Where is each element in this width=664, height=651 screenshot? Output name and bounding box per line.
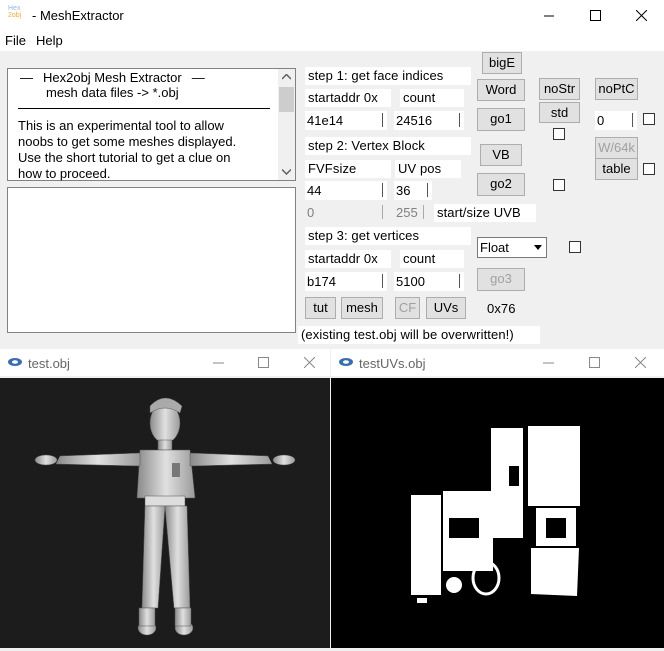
maximize-icon[interactable] xyxy=(258,357,269,368)
uv-layout-render xyxy=(411,426,580,603)
uvb-size-field[interactable]: 255 xyxy=(394,203,428,222)
step1-startaddr-label: startaddr 0x xyxy=(305,89,391,107)
info-scrollbar[interactable] xyxy=(278,69,295,180)
menu-help[interactable]: Help xyxy=(36,33,63,48)
output-textbox[interactable] xyxy=(7,187,296,333)
step3-count-label: count xyxy=(400,250,464,268)
step1-count-field[interactable]: 24516 xyxy=(394,111,464,130)
uvb-start-field[interactable]: 0 xyxy=(305,203,387,222)
step2-fvf-field[interactable]: 44 xyxy=(305,181,387,200)
step1-label: step 1: get face indices xyxy=(305,67,471,85)
minimize-button[interactable] xyxy=(526,0,572,31)
step3-startaddr-field[interactable]: b174 xyxy=(305,272,387,291)
vb-button[interactable]: VB xyxy=(480,144,522,166)
uv-viewer-window: testUVs.obj xyxy=(331,349,664,648)
maximize-icon xyxy=(589,10,601,21)
step3-count-field[interactable]: 5100 xyxy=(394,272,464,291)
close-button[interactable] xyxy=(618,0,664,31)
table-checkbox[interactable] xyxy=(643,163,655,175)
step3-startaddr-label: startaddr 0x xyxy=(305,250,391,268)
hex-readout: 0x76 xyxy=(487,301,516,316)
uv-viewer-title: testUVs.obj xyxy=(359,356,426,371)
close-icon[interactable] xyxy=(635,357,646,368)
model-viewer-titlebar: test.obj xyxy=(0,349,330,376)
minimize-icon xyxy=(543,15,554,17)
ptc-value-field[interactable]: 0 xyxy=(595,111,637,130)
info-body: This is an experimental tool to allow no… xyxy=(18,118,237,181)
step2-label: step 2: Vertex Block xyxy=(305,137,471,155)
step1-startaddr-field[interactable]: 41e14 xyxy=(305,111,387,130)
info-divider xyxy=(18,108,270,109)
std-button[interactable]: std xyxy=(539,102,580,123)
word-button[interactable]: Word xyxy=(477,79,525,101)
maximize-button[interactable] xyxy=(572,0,618,31)
table-button[interactable]: table xyxy=(595,158,638,180)
model-viewport[interactable] xyxy=(0,378,330,648)
menu-file[interactable]: File xyxy=(5,33,26,48)
nostr-button[interactable]: noStr xyxy=(539,78,580,100)
viewer-app-icon xyxy=(8,358,22,366)
cf-button[interactable]: CF xyxy=(395,297,420,319)
go1-button[interactable]: go1 xyxy=(477,108,525,131)
bigE-button[interactable]: bigE xyxy=(482,52,522,74)
title-bar: Hex 2obj - MeshExtractor xyxy=(0,0,664,31)
step2-fvf-label: FVFsize xyxy=(305,160,391,178)
mesh-button[interactable]: mesh xyxy=(341,297,383,319)
app-logo-icon: Hex 2obj xyxy=(8,5,22,19)
model-viewer-window: test.obj xyxy=(0,349,330,648)
model-viewer-title: test.obj xyxy=(28,356,70,371)
uvs-button[interactable]: UVs xyxy=(426,297,466,319)
close-icon xyxy=(635,10,647,21)
step2-uvpos-label: UV pos xyxy=(395,160,461,178)
scroll-up-icon xyxy=(282,74,291,80)
step2-uvpos-field[interactable]: 36 xyxy=(394,181,432,200)
ptc-checkbox[interactable] xyxy=(643,113,655,125)
step3-label: step 3: get vertices xyxy=(305,227,471,245)
go2-checkbox[interactable] xyxy=(553,179,565,191)
info-heading-2: mesh data files -> *.obj xyxy=(46,85,179,100)
minimize-icon[interactable] xyxy=(543,362,554,364)
scroll-down-icon xyxy=(282,169,291,175)
window-title-text: MeshExtractor xyxy=(39,8,124,23)
info-textbox[interactable]: — Hex2obj Mesh Extractor — mesh data fil… xyxy=(7,68,296,181)
std-checkbox[interactable] xyxy=(553,128,565,140)
go3-button[interactable]: go3 xyxy=(477,268,525,291)
chevron-down-icon xyxy=(533,245,542,250)
window-title: - MeshExtractor xyxy=(32,8,124,23)
uv-viewer-titlebar: testUVs.obj xyxy=(331,349,664,376)
maximize-icon[interactable] xyxy=(589,357,600,368)
type-select[interactable]: Float xyxy=(477,237,547,258)
step1-count-label: count xyxy=(400,89,464,107)
character-model-render xyxy=(34,397,296,636)
go2-button[interactable]: go2 xyxy=(477,173,525,196)
uv-viewport[interactable] xyxy=(331,378,664,648)
float-checkbox[interactable] xyxy=(569,241,581,253)
tut-button[interactable]: tut xyxy=(305,297,336,319)
minimize-icon[interactable] xyxy=(213,362,224,364)
viewer-app-icon xyxy=(339,358,353,366)
info-heading-1: Hex2obj Mesh Extractor xyxy=(43,70,182,85)
scroll-thumb[interactable] xyxy=(279,87,294,112)
uvb-label: start/size UVB xyxy=(434,204,536,222)
w64k-button[interactable]: W/64k xyxy=(595,137,638,159)
overwrite-warning: (existing test.obj will be overwritten!) xyxy=(298,326,540,344)
menu-bar: File Help xyxy=(0,31,664,51)
close-icon[interactable] xyxy=(304,357,315,368)
noptc-button[interactable]: noPtC xyxy=(595,78,638,100)
